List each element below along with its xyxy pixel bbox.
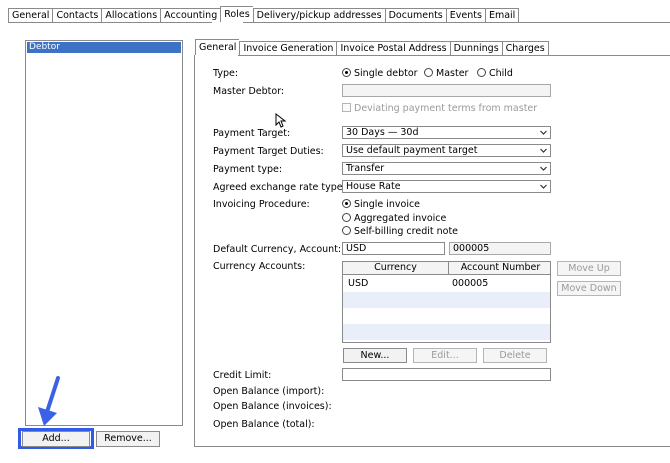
currency-accounts-label: Currency Accounts: [213,261,306,272]
top-tab-strip: General Contacts Allocations Accounting … [8,6,520,22]
add-role-button[interactable]: Add... [22,431,90,447]
invoicing-option-aggregated: Aggregated invoice [354,213,447,224]
default-account-field[interactable]: 000005 [449,242,551,255]
tab-documents[interactable]: Documents [384,8,446,22]
table-row-empty [343,292,550,308]
open-balance-total-label: Open Balance (total): [213,419,315,430]
chevron-down-icon [539,181,548,192]
role-list-item-debtor[interactable]: Debtor [27,42,181,53]
deviating-payment-terms-checkbox[interactable]: Deviating payment terms from master [342,103,537,114]
tab-general[interactable]: General [8,8,53,22]
pointer-arrow-icon [34,376,64,430]
checkbox-icon [342,103,351,112]
table-row-empty [343,324,550,340]
tab-delivery-pickup-addresses[interactable]: Delivery/pickup addresses [252,8,385,22]
move-up-button[interactable]: Move Up [557,261,621,276]
invoicing-radio-aggregated-invoice[interactable]: Aggregated invoice [342,213,446,224]
type-radio-single-debtor[interactable]: Single debtor [342,68,418,79]
subtab-general[interactable]: General [195,39,240,56]
tab-contacts[interactable]: Contacts [52,8,102,22]
table-row[interactable]: USD 000005 [343,276,550,292]
default-currency-field[interactable]: USD [342,242,445,255]
payment-type-select[interactable]: Transfer [342,162,551,175]
cell-account-number: 000005 [452,278,489,289]
exchange-rate-type-select[interactable]: House Rate [342,180,551,193]
type-radio-master[interactable]: Master [424,68,468,79]
payment-target-duties-select[interactable]: Use default payment target [342,144,551,157]
column-header-account-number[interactable]: Account Number [449,262,550,274]
edit-currency-account-button[interactable]: Edit... [413,348,477,363]
active-tab-gap [212,22,243,23]
invoicing-option-self-billing: Self-billing credit note [354,226,459,237]
payment-type-label: Payment type: [213,164,283,175]
type-option-single-debtor: Single debtor [354,68,418,79]
subtab-dunnings[interactable]: Dunnings [449,41,502,55]
payment-target-select[interactable]: 30 Days — 30d [342,126,551,139]
tab-allocations[interactable]: Allocations [101,8,161,22]
payment-target-value: 30 Days — 30d [346,127,419,138]
credit-limit-field[interactable] [342,368,551,381]
payment-target-duties-value: Use default payment target [346,145,478,156]
delete-currency-account-button[interactable]: Delete [483,348,547,363]
cell-currency: USD [348,278,369,289]
sub-tab-strip: General Invoice Generation Invoice Posta… [195,39,549,56]
subtab-invoice-postal-address[interactable]: Invoice Postal Address [336,41,450,55]
chevron-down-icon [539,145,548,156]
chevron-down-icon [539,163,548,174]
subtab-charges[interactable]: Charges [501,41,549,55]
invoicing-radio-self-billing[interactable]: Self-billing credit note [342,226,458,237]
payment-target-duties-label: Payment Target Duties: [213,146,324,157]
deviating-payment-terms-label: Deviating payment terms from master [354,103,538,114]
type-label: Type: [213,68,239,79]
table-header: Currency Account Number [343,262,550,275]
column-header-currency[interactable]: Currency [343,262,449,274]
default-currency-label: Default Currency, Account: [213,244,342,255]
tab-accounting[interactable]: Accounting [160,8,221,22]
type-option-child: Child [489,68,513,79]
master-debtor-field[interactable] [342,84,551,97]
type-radio-child[interactable]: Child [477,68,513,79]
top-tab-divider [8,22,670,23]
radio-icon [342,226,351,235]
invoicing-option-single: Single invoice [354,199,421,210]
credit-limit-label: Credit Limit: [213,370,272,381]
payment-target-label: Payment Target: [213,128,291,139]
radio-icon [342,213,351,222]
chevron-down-icon [539,127,548,138]
type-option-master: Master [436,68,469,79]
mouse-cursor-icon [275,113,287,129]
role-list[interactable]: Debtor [25,40,183,426]
invoicing-procedure-label: Invoicing Procedure: [213,199,310,210]
open-balance-invoices-label: Open Balance (invoices): [213,401,332,412]
remove-role-button[interactable]: Remove... [96,431,160,447]
open-balance-import-label: Open Balance (import): [213,386,325,397]
tab-events[interactable]: Events [445,8,485,22]
radio-selected-icon [342,68,351,77]
payment-type-value: Transfer [346,163,385,174]
exchange-rate-type-label: Agreed exchange rate type: [213,182,346,193]
active-subtab-gap [195,55,238,56]
radio-selected-icon [342,199,351,208]
master-debtor-label: Master Debtor: [213,86,285,97]
radio-icon [477,68,486,77]
move-down-button[interactable]: Move Down [557,281,621,296]
tab-email[interactable]: Email [484,8,520,22]
table-row-empty [343,308,550,324]
invoicing-radio-single-invoice[interactable]: Single invoice [342,199,420,210]
exchange-rate-type-value: House Rate [346,181,401,192]
new-currency-account-button[interactable]: New... [343,348,407,363]
tab-roles[interactable]: Roles [220,6,253,22]
radio-icon [424,68,433,77]
subtab-invoice-generation[interactable]: Invoice Generation [239,41,337,55]
currency-accounts-table[interactable]: Currency Account Number USD 000005 [342,261,551,343]
